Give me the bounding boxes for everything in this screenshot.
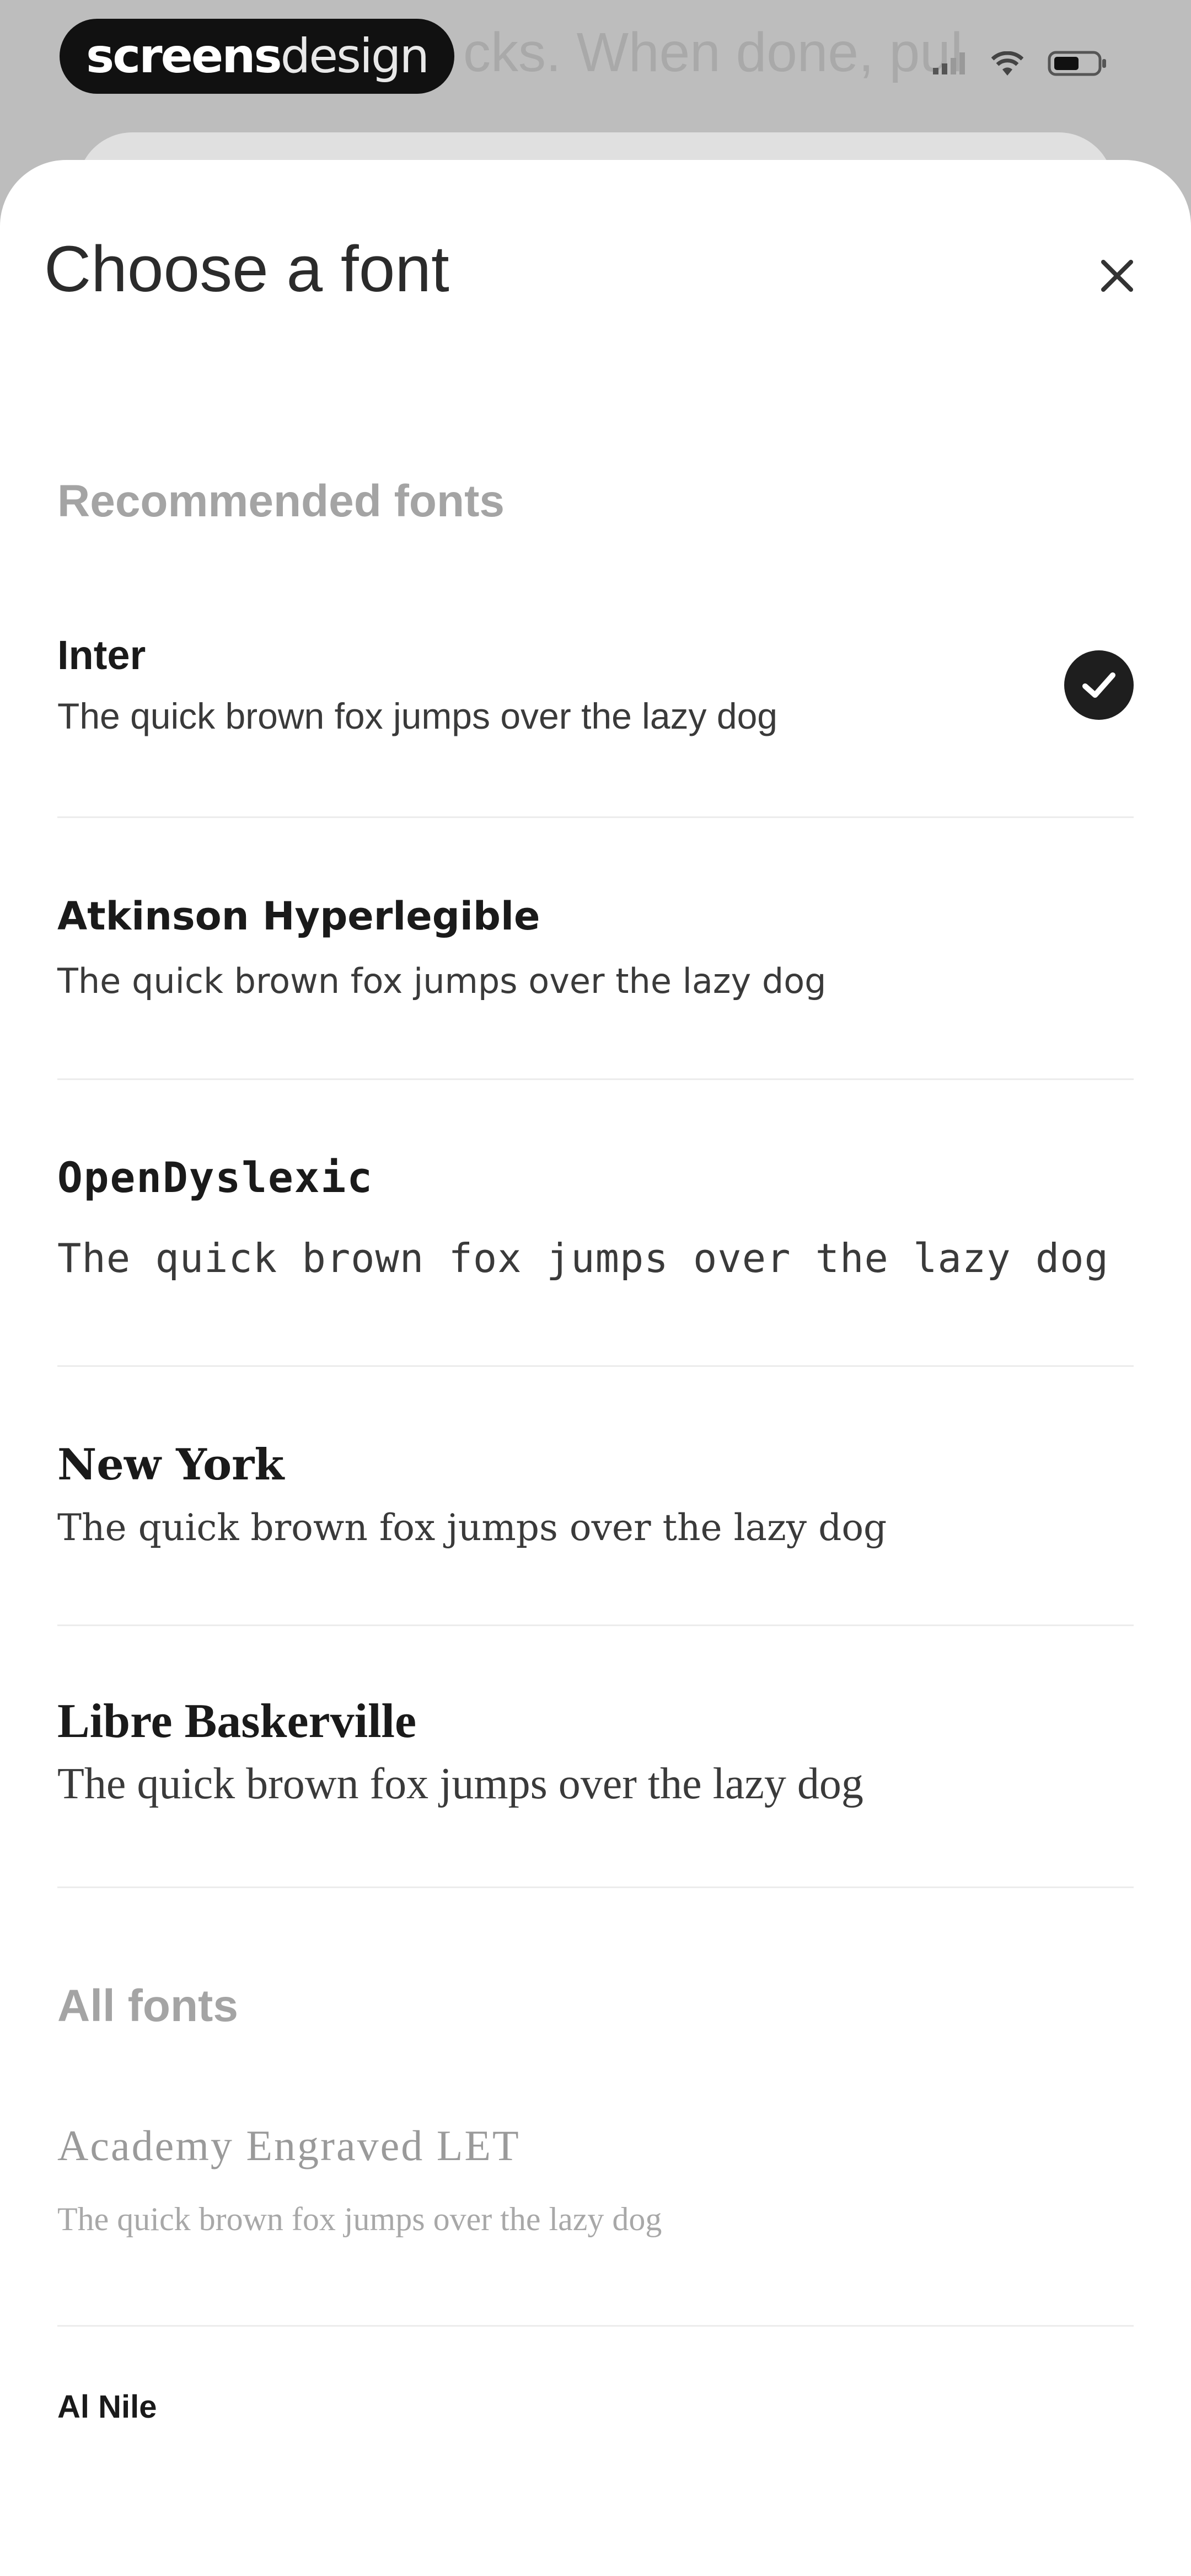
font-item-academy-engraved-let[interactable]: Academy Engraved LET The quick brown fox…	[57, 2121, 1134, 2238]
font-picker-sheet: Choose a font Recommended fonts Inter Th…	[0, 160, 1191, 2576]
sheet-title: Choose a font	[44, 233, 449, 306]
font-item-opendyslexic[interactable]: OpenDyslexic The quick brown fox jumps o…	[57, 1153, 1134, 1281]
divider	[57, 816, 1134, 818]
font-name: Atkinson Hyperlegible	[57, 894, 540, 939]
close-button[interactable]	[1084, 243, 1150, 309]
font-item-al-nile[interactable]: Al Nile	[57, 2388, 1134, 2425]
wifi-icon	[991, 51, 1023, 76]
divider	[57, 2325, 1134, 2327]
section-heading-all: All fonts	[57, 1981, 238, 2031]
font-name: Inter	[57, 632, 146, 678]
divider	[57, 1078, 1134, 1080]
font-name: OpenDyslexic	[57, 1153, 374, 1202]
font-name: Libre Baskerville	[57, 1695, 417, 1748]
battery-icon	[1048, 51, 1106, 76]
font-sample: The quick brown fox jumps over the lazy …	[57, 2201, 662, 2237]
selected-check-icon	[1064, 650, 1134, 720]
brand-logo-text: screensdesign	[86, 29, 430, 84]
font-name: New York	[57, 1440, 285, 1490]
font-sample: The quick brown fox jumps over the lazy …	[57, 1760, 863, 1808]
close-icon	[1101, 260, 1133, 292]
section-heading-recommended: Recommended fonts	[57, 476, 505, 526]
status-icons	[933, 50, 1108, 77]
background-caption: cks. When done, pul	[463, 22, 963, 83]
font-name: Academy Engraved LET	[57, 2121, 521, 2169]
font-item-atkinson-hyperlegible[interactable]: Atkinson Hyperlegible The quick brown fo…	[57, 894, 1134, 1001]
font-item-libre-baskerville[interactable]: Libre Baskerville The quick brown fox ju…	[57, 1693, 1134, 1809]
divider	[57, 1886, 1134, 1888]
font-item-inter[interactable]: Inter The quick brown fox jumps over the…	[57, 632, 1134, 737]
font-sample: The quick brown fox jumps over the lazy …	[57, 696, 777, 736]
font-sample: The quick brown fox jumps over the lazy …	[57, 1235, 1109, 1281]
font-name: Al Nile	[57, 2389, 157, 2425]
font-sample: The quick brown fox jumps over the lazy …	[57, 1506, 887, 1549]
font-item-new-york[interactable]: New York The quick brown fox jumps over …	[57, 1440, 1134, 1549]
status-bar: screensdesign cks. When done, pul	[0, 0, 1191, 127]
brand-logo: screensdesign	[60, 19, 454, 94]
divider	[57, 1365, 1134, 1367]
divider	[57, 1624, 1134, 1626]
cellular-signal-icon	[933, 52, 965, 74]
font-sample: The quick brown fox jumps over the lazy …	[57, 961, 827, 1001]
